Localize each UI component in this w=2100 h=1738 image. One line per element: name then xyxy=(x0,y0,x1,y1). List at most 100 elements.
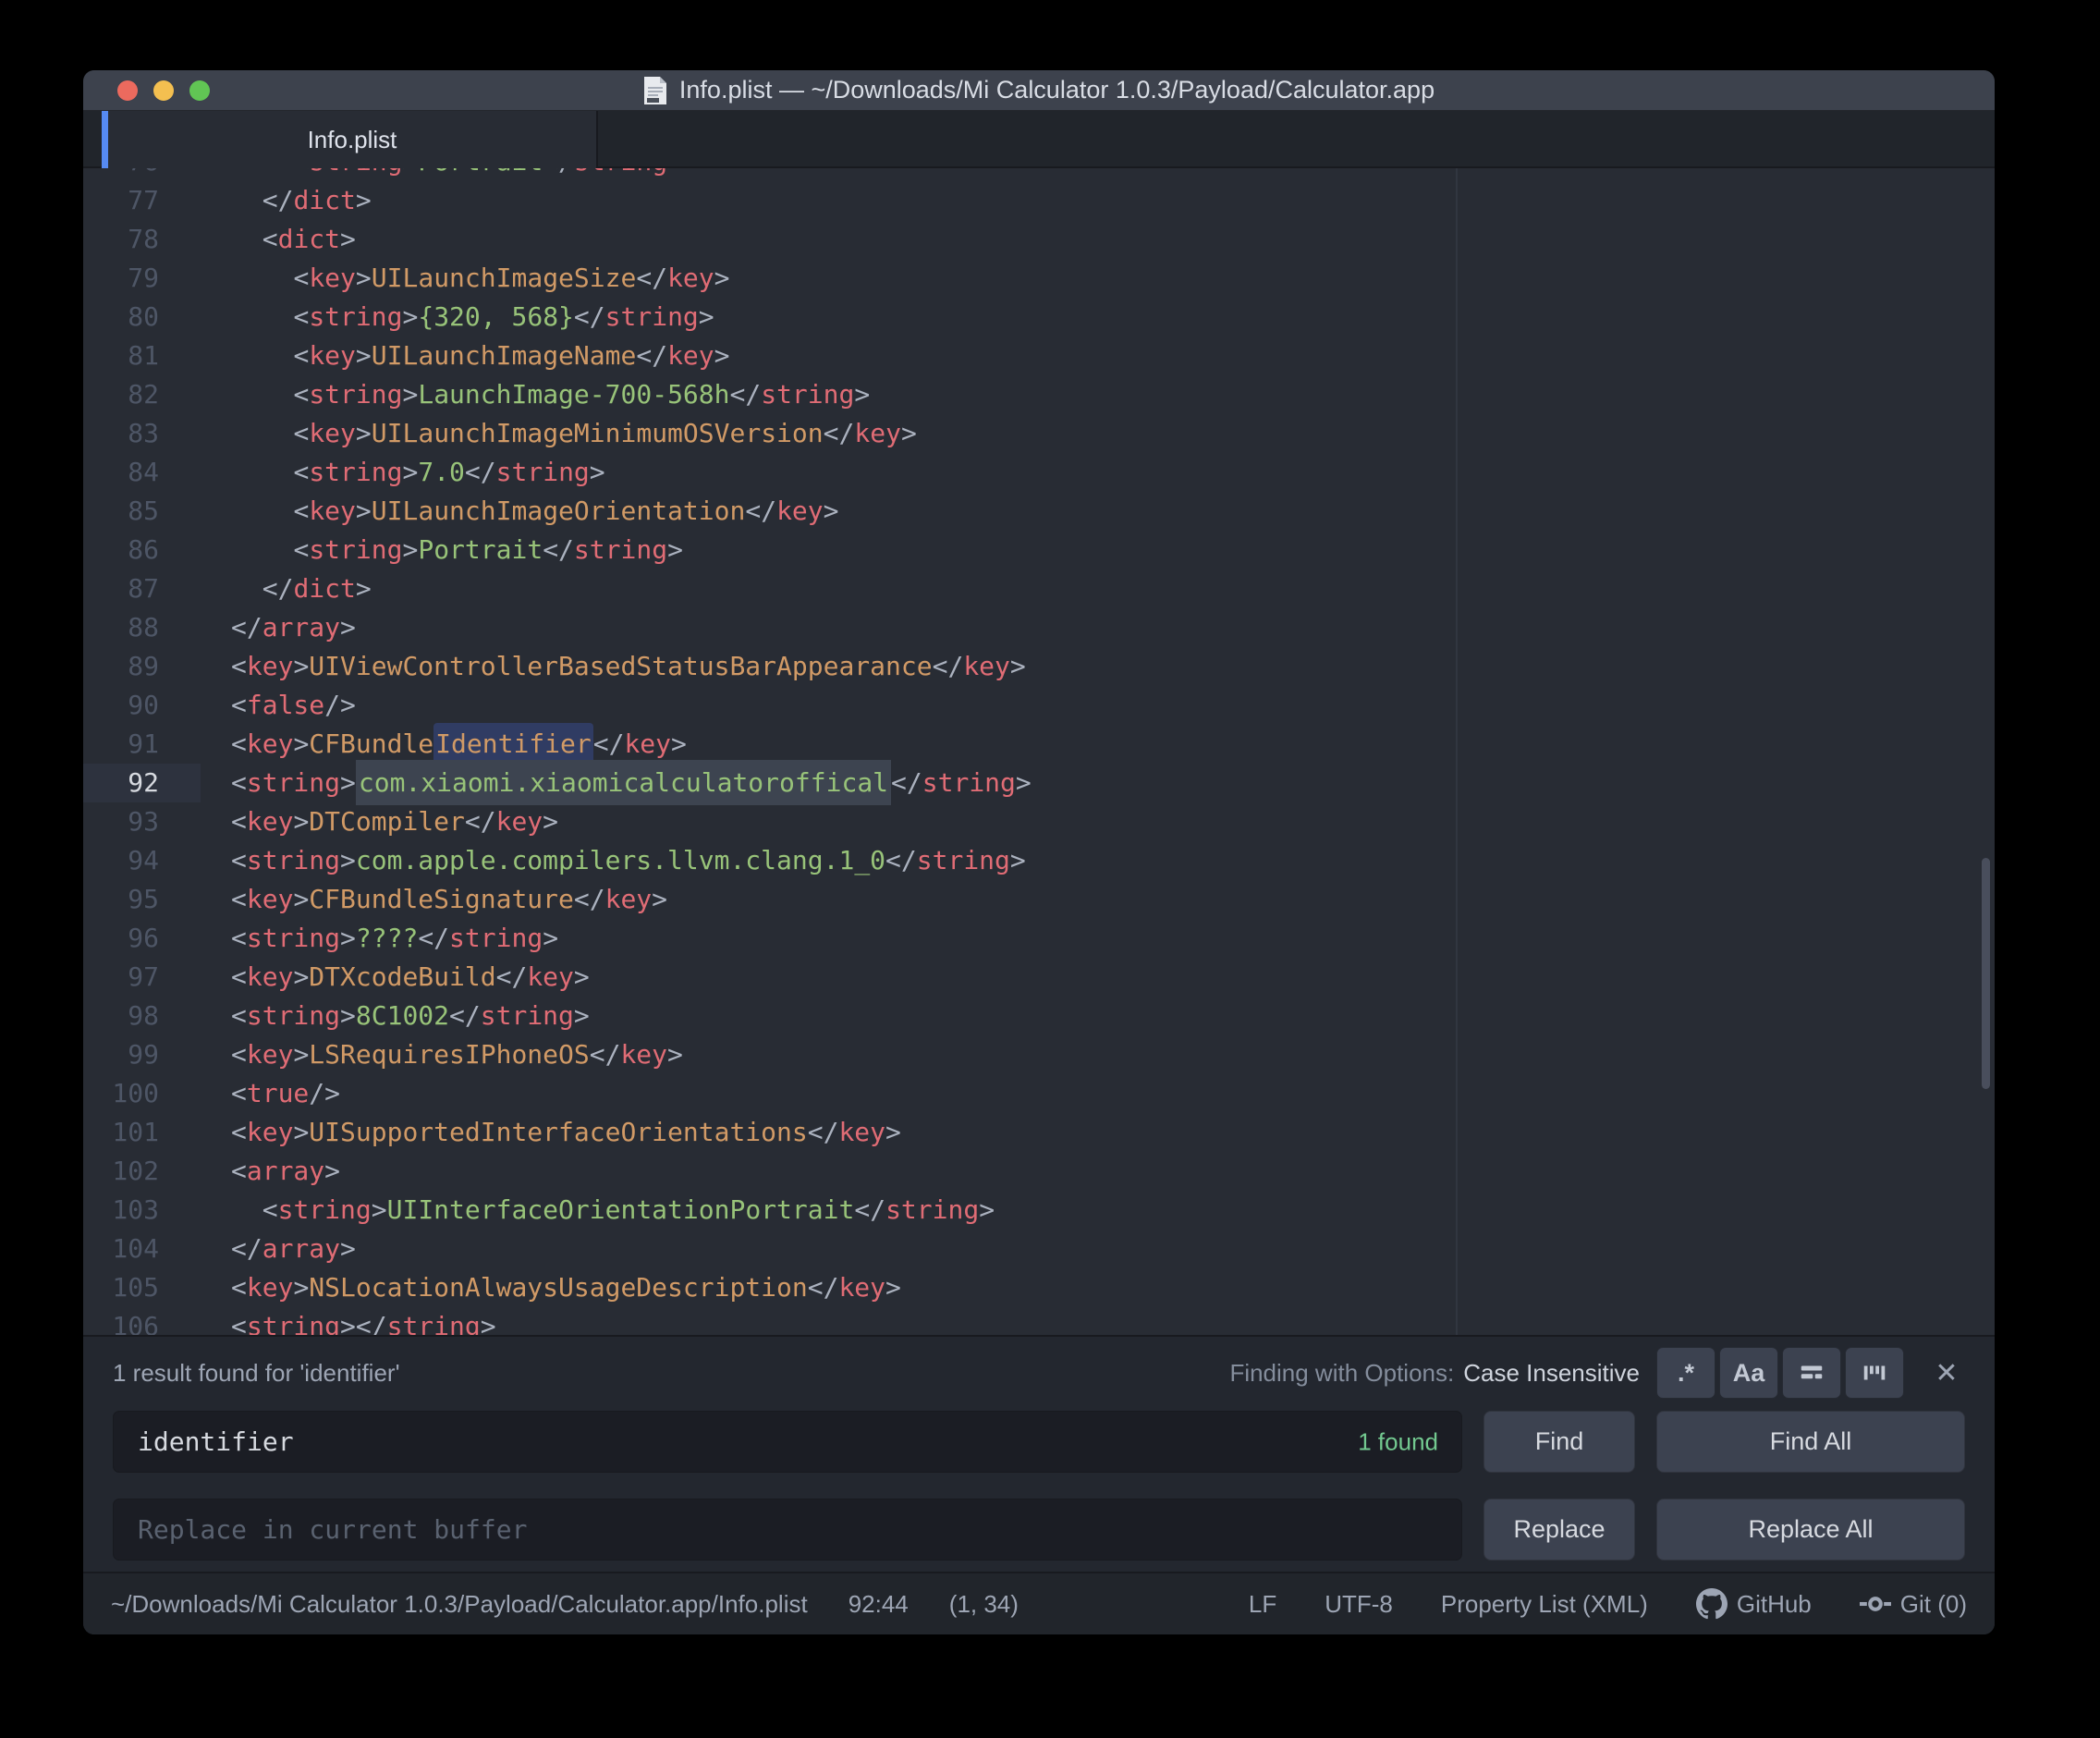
code-line[interactable]: <key>UIViewControllerBasedStatusBarAppea… xyxy=(201,647,1995,686)
code-line[interactable]: <key>CFBundleSignature</key> xyxy=(201,880,1995,919)
line-number[interactable]: 79 xyxy=(83,259,201,298)
line-number[interactable]: 94 xyxy=(83,841,201,880)
line-number[interactable]: 81 xyxy=(83,337,201,375)
code-line[interactable]: <key>DTCompiler</key> xyxy=(201,802,1995,841)
line-number[interactable]: 76 xyxy=(83,168,201,181)
find-input[interactable] xyxy=(113,1411,1462,1473)
replace-button[interactable]: Replace xyxy=(1483,1499,1635,1561)
code-line[interactable]: <string>LaunchImage-700-568h</string> xyxy=(201,375,1995,414)
code-token: </ xyxy=(573,301,605,332)
line-number[interactable]: 87 xyxy=(83,569,201,608)
code-line[interactable]: <true/> xyxy=(201,1074,1995,1113)
replace-all-button[interactable]: Replace All xyxy=(1656,1499,1965,1561)
line-number[interactable]: 101 xyxy=(83,1113,201,1152)
code-line[interactable]: <key>UILaunchImageSize</key> xyxy=(201,259,1995,298)
code-line[interactable]: <dict> xyxy=(201,220,1995,259)
code-line[interactable]: </array> xyxy=(201,1230,1995,1268)
close-window-button[interactable] xyxy=(117,80,138,101)
code-line[interactable]: <key>CFBundleIdentifier</key> xyxy=(201,723,1995,765)
tab-info-plist[interactable]: Info.plist xyxy=(108,111,598,168)
github-status-item[interactable]: GitHub xyxy=(1695,1588,1812,1620)
zoom-window-button[interactable] xyxy=(189,80,210,101)
selection-option-button[interactable] xyxy=(1782,1347,1841,1399)
code-line[interactable]: <string>8C1002</string> xyxy=(201,997,1995,1035)
code-token: key xyxy=(246,651,294,681)
code-token: array xyxy=(262,1233,341,1264)
code-line[interactable]: <string>Portrait</string> xyxy=(201,168,1995,181)
encoding-indicator[interactable]: UTF-8 xyxy=(1325,1590,1393,1619)
line-number[interactable]: 95 xyxy=(83,880,201,919)
line-ending-indicator[interactable]: LF xyxy=(1249,1590,1276,1619)
line-number[interactable]: 85 xyxy=(83,492,201,531)
code-line[interactable]: <key>UILaunchImageMinimumOSVersion</key> xyxy=(201,414,1995,453)
wrap-guide xyxy=(1456,168,1458,1335)
line-number[interactable]: 105 xyxy=(83,1268,201,1307)
code-token: </ xyxy=(418,923,450,953)
vertical-scrollbar-thumb[interactable] xyxy=(1982,858,1990,1089)
line-number[interactable]: 91 xyxy=(83,725,201,764)
line-number[interactable]: 103 xyxy=(83,1191,201,1230)
line-number[interactable]: 90 xyxy=(83,686,201,725)
code-line[interactable]: <key>LSRequiresIPhoneOS</key> xyxy=(201,1035,1995,1074)
line-number[interactable]: 83 xyxy=(83,414,201,453)
line-number[interactable]: 78 xyxy=(83,220,201,259)
line-number[interactable]: 84 xyxy=(83,453,201,492)
code-token: string xyxy=(386,1311,481,1335)
code-line[interactable]: </dict> xyxy=(201,569,1995,608)
line-number[interactable]: 100 xyxy=(83,1074,201,1113)
code-line[interactable]: <key>UISupportedInterfaceOrientations</k… xyxy=(201,1113,1995,1152)
line-number[interactable]: 88 xyxy=(83,608,201,647)
code-line[interactable]: <string> com.xiaomi.xiaomicalculatoroffic… xyxy=(201,760,1995,805)
line-number[interactable]: 86 xyxy=(83,531,201,569)
code-line[interactable]: <key>DTXcodeBuild</key> xyxy=(201,958,1995,997)
code-token: < xyxy=(231,845,247,875)
code-token: > xyxy=(355,573,372,604)
code-line[interactable]: <string>com.apple.compilers.llvm.clang.1… xyxy=(201,841,1995,880)
line-number[interactable]: 96 xyxy=(83,919,201,958)
line-number[interactable]: 102 xyxy=(83,1152,201,1191)
line-number[interactable]: 82 xyxy=(83,375,201,414)
git-status-item[interactable]: Git (0) xyxy=(1859,1590,1967,1619)
find-all-button[interactable]: Find All xyxy=(1656,1411,1965,1473)
find-button[interactable]: Find xyxy=(1483,1411,1635,1473)
line-number[interactable]: 97 xyxy=(83,958,201,997)
line-number[interactable]: 93 xyxy=(83,802,201,841)
case-option-button[interactable]: Aa xyxy=(1719,1347,1778,1399)
code-line[interactable]: <array> xyxy=(201,1152,1995,1191)
code-line[interactable]: <string>{320, 568}</string> xyxy=(201,298,1995,337)
line-number[interactable]: 77 xyxy=(83,181,201,220)
code-line[interactable]: <key>UILaunchImageOrientation</key> xyxy=(201,492,1995,531)
editor[interactable]: <string>Portrait</string></dict><dict><k… xyxy=(201,168,1995,1335)
line-number[interactable]: 80 xyxy=(83,298,201,337)
whole-word-option-button[interactable] xyxy=(1845,1347,1904,1399)
code-token: > xyxy=(293,728,310,759)
code-token: string xyxy=(309,457,403,487)
code-line[interactable]: <string>Portrait</string> xyxy=(201,531,1995,569)
code-token: < xyxy=(262,1194,278,1225)
replace-input[interactable] xyxy=(113,1499,1462,1561)
line-number[interactable]: 104 xyxy=(83,1230,201,1268)
minimize-window-button[interactable] xyxy=(153,80,174,101)
line-number[interactable]: 92 xyxy=(83,764,201,802)
code-line[interactable]: <string>????</string> xyxy=(201,919,1995,958)
code-line[interactable]: </array> xyxy=(201,608,1995,647)
code-line[interactable]: </dict> xyxy=(201,181,1995,220)
line-number[interactable]: 89 xyxy=(83,647,201,686)
code-token: </ xyxy=(449,1000,481,1031)
line-number[interactable]: 99 xyxy=(83,1035,201,1074)
code-line[interactable]: <false/> xyxy=(201,686,1995,725)
line-number[interactable]: 98 xyxy=(83,997,201,1035)
close-find-panel-button[interactable]: ✕ xyxy=(1928,1357,1965,1389)
code-line[interactable]: <key>NSLocationAlwaysUsageDescription</k… xyxy=(201,1268,1995,1307)
cursor-position[interactable]: 92:44 xyxy=(849,1590,909,1619)
code-line[interactable]: <key>UILaunchImageName</key> xyxy=(201,337,1995,375)
grammar-indicator[interactable]: Property List (XML) xyxy=(1441,1590,1648,1619)
code-line[interactable]: <string>UIInterfaceOrientationPortrait</… xyxy=(201,1191,1995,1230)
line-number[interactable]: 106 xyxy=(83,1307,201,1335)
code-line[interactable]: <string></string> xyxy=(201,1307,1995,1335)
code-line[interactable]: <string>7.0</string> xyxy=(201,453,1995,492)
code-token: UILaunchImageMinimumOSVersion xyxy=(371,418,824,448)
code-token: NSLocationAlwaysUsageDescription xyxy=(309,1272,808,1303)
code-token: string xyxy=(916,845,1010,875)
regex-option-button[interactable]: .* xyxy=(1656,1347,1715,1399)
